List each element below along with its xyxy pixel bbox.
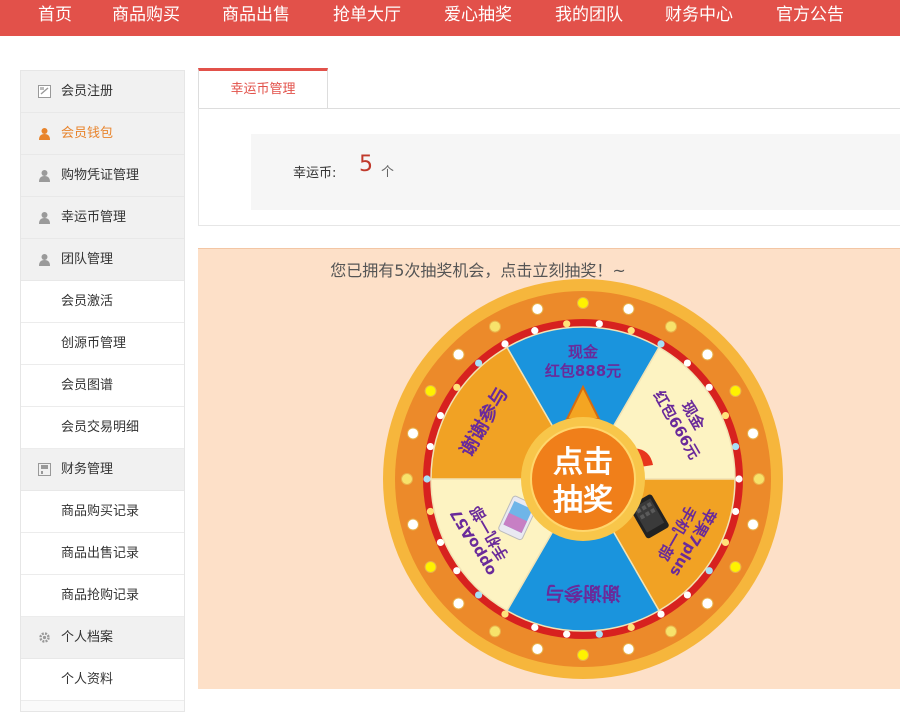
sidebar-item-label: 财务管理 xyxy=(61,462,114,477)
light-bulb xyxy=(665,625,677,638)
user-icon xyxy=(39,212,50,224)
light-bulb xyxy=(423,475,431,483)
coin-label: 幸运币: xyxy=(293,166,337,181)
light-bulb xyxy=(729,561,742,573)
light-bulb xyxy=(452,597,465,610)
sidebar-item-buy-records[interactable]: 商品购买记录 xyxy=(21,491,184,533)
coin-panel: 幸运币: 5 个 xyxy=(198,108,900,226)
sidebar-item-personal-info[interactable]: 个人资料 xyxy=(21,659,184,701)
sidebar: 会员注册 会员钱包 购物凭证管理 幸运币管理 团队管理 会员激活 创源币管理 会… xyxy=(20,70,185,712)
nav-item-finance[interactable]: 财务中心 xyxy=(665,0,733,36)
light-bulb xyxy=(489,625,501,638)
nav-item-team[interactable]: 我的团队 xyxy=(555,0,623,36)
prize-label-text: 红包888元 xyxy=(545,362,621,380)
light-bulb xyxy=(406,518,419,531)
light-bulb xyxy=(735,475,743,483)
light-bulb xyxy=(595,630,603,638)
sidebar-item-register[interactable]: 会员注册 xyxy=(21,71,184,113)
spin-button-label-2: 抽奖 xyxy=(553,483,613,518)
sidebar-item-label: 团队管理 xyxy=(61,252,114,267)
sidebar-item-label: 商品抢购记录 xyxy=(61,588,140,603)
prize-label-text: 现金 xyxy=(568,343,599,361)
nav-item-lottery[interactable]: 爱心抽奖 xyxy=(444,0,512,36)
nav-item-sell[interactable]: 商品出售 xyxy=(222,0,290,36)
light-bulb xyxy=(531,643,544,656)
sidebar-item-finance[interactable]: 财务管理 xyxy=(21,449,184,491)
sidebar-item-label: 个人档案 xyxy=(61,630,114,645)
sidebar-item-rush-records[interactable]: 商品抢购记录 xyxy=(21,575,184,617)
light-bulb xyxy=(622,302,635,315)
user-icon xyxy=(39,128,50,140)
prize-label: 谢谢参与 xyxy=(545,582,621,605)
light-bulb xyxy=(701,597,714,610)
nav-item-announcements[interactable]: 官方公告 xyxy=(776,0,844,36)
light-bulb xyxy=(426,507,435,516)
light-bulb xyxy=(747,427,760,440)
sidebar-item-team[interactable]: 团队管理 xyxy=(21,239,184,281)
nav-item-home[interactable]: 首页 xyxy=(38,0,72,36)
light-bulb xyxy=(563,320,571,328)
coin-box: 幸运币: 5 个 xyxy=(251,134,900,210)
light-bulb xyxy=(426,442,435,451)
sidebar-item-transactions[interactable]: 会员交易明细 xyxy=(21,407,184,449)
light-bulb xyxy=(701,348,714,361)
light-bulb xyxy=(595,320,603,328)
light-bulb xyxy=(424,561,437,573)
sidebar-item-label: 会员图谱 xyxy=(61,378,114,393)
sidebar-item-activate[interactable]: 会员激活 xyxy=(21,281,184,323)
light-bulb xyxy=(753,473,765,485)
sidebar-item-label: 会员激活 xyxy=(61,294,114,309)
sidebar-item-sell-records[interactable]: 商品出售记录 xyxy=(21,533,184,575)
light-bulb xyxy=(665,320,677,333)
coin-value: 5 xyxy=(359,152,373,177)
light-bulb xyxy=(452,348,465,361)
light-bulb xyxy=(406,427,419,440)
coin-unit: 个 xyxy=(381,165,395,180)
sidebar-item-profile[interactable]: 个人档案 xyxy=(21,617,184,659)
user-icon xyxy=(39,170,50,182)
nav-item-order-hall[interactable]: 抢单大厅 xyxy=(333,0,401,36)
nav-item-buy[interactable]: 商品购买 xyxy=(112,0,180,36)
light-bulb xyxy=(622,643,635,656)
prize-wheel[interactable]: 现金红包888元现金红包666元苹果7plus手机一部谢谢参与oppoA57手机… xyxy=(381,277,785,681)
prize-label-text: 谢谢参与 xyxy=(545,582,621,605)
light-bulb xyxy=(731,507,740,516)
light-bulb xyxy=(531,302,544,315)
gear-icon xyxy=(39,632,50,643)
sidebar-item-label: 购物凭证管理 xyxy=(61,168,140,183)
sidebar-item-voucher[interactable]: 购物凭证管理 xyxy=(21,155,184,197)
light-bulb xyxy=(577,649,589,661)
light-bulb xyxy=(747,518,760,531)
light-bulb xyxy=(424,385,437,397)
sidebar-item-label: 会员交易明细 xyxy=(61,420,140,435)
light-bulb xyxy=(577,297,589,309)
spin-button-label-1: 点击 xyxy=(553,445,613,480)
tab-lucky-coin[interactable]: 幸运币管理 xyxy=(198,68,328,108)
sidebar-item-label: 商品出售记录 xyxy=(61,546,140,561)
finance-icon xyxy=(38,463,51,476)
light-bulb xyxy=(489,320,501,333)
light-bulb xyxy=(731,442,740,451)
top-nav: 首页 商品购买 商品出售 抢单大厅 爱心抽奖 我的团队 财务中心 官方公告 xyxy=(0,0,900,36)
light-bulb xyxy=(401,473,413,485)
tab-bar: 幸运币管理 xyxy=(198,68,900,109)
sidebar-item-label: 会员注册 xyxy=(61,84,114,99)
sidebar-item-lucky-coin[interactable]: 幸运币管理 xyxy=(21,197,184,239)
user-icon xyxy=(39,254,50,266)
lottery-panel: 您已拥有5次抽奖机会，点击立刻抽奖！~ 现金 红包888元 现金 红包666元 苹果7p… xyxy=(198,248,900,689)
register-icon xyxy=(38,85,51,98)
light-bulb xyxy=(563,630,571,638)
sidebar-item-label: 创源币管理 xyxy=(61,336,127,351)
sidebar-item-source-coin[interactable]: 创源币管理 xyxy=(21,323,184,365)
sidebar-item-label: 幸运币管理 xyxy=(61,210,127,225)
sidebar-item-label: 商品购买记录 xyxy=(61,504,140,519)
sidebar-item-label: 会员钱包 xyxy=(61,126,114,141)
sidebar-item-label: 个人资料 xyxy=(61,672,114,687)
sidebar-item-wallet[interactable]: 会员钱包 xyxy=(21,113,184,155)
sidebar-item-member-tree[interactable]: 会员图谱 xyxy=(21,365,184,407)
light-bulb xyxy=(729,385,742,397)
